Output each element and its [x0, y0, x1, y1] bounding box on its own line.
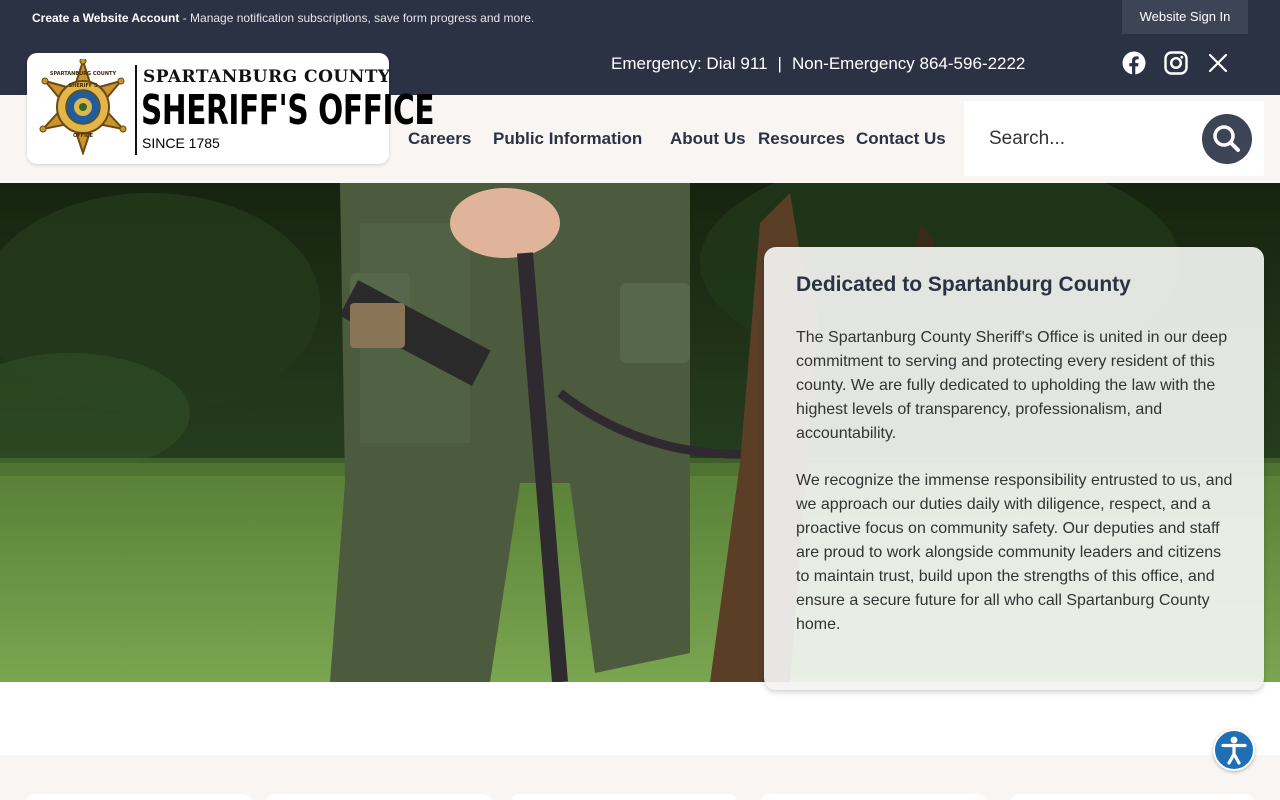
search-input[interactable] — [964, 101, 1194, 176]
instagram-icon[interactable] — [1164, 51, 1188, 75]
nav-careers[interactable]: Careers — [408, 128, 471, 150]
nav-resources[interactable]: Resources — [758, 128, 845, 150]
search-button[interactable] — [1202, 114, 1252, 164]
search-box — [964, 101, 1264, 176]
mission-paragraph-2: We recognize the immense responsibility … — [796, 472, 1233, 633]
accessibility-icon — [1221, 736, 1247, 765]
emergency-number: Emergency: Dial 911 — [611, 54, 768, 73]
quick-link-tile[interactable] — [510, 794, 738, 800]
create-account-link[interactable]: Create a Website Account — [32, 11, 179, 25]
non-emergency-number[interactable]: Non-Emergency 864-596-2222 — [792, 54, 1025, 73]
accessibility-button[interactable] — [1213, 729, 1255, 771]
site-logo[interactable]: SPARTANBURG COUNTY SHERIFF'S OFFICE SPAR… — [27, 53, 435, 164]
phone-numbers: Emergency: Dial 911 | Non-Emergency 864-59… — [611, 53, 1025, 75]
phone-separator: | — [777, 54, 782, 73]
nav-about-us[interactable]: About Us — [670, 128, 746, 150]
x-icon[interactable] — [1208, 53, 1228, 73]
search-icon — [1213, 125, 1240, 152]
badge-bottom-text: OFFICE — [73, 133, 94, 139]
quick-link-tile[interactable] — [1010, 794, 1255, 800]
quick-link-tile[interactable] — [25, 794, 253, 800]
badge-mid-text: SHERIFF'S — [69, 83, 98, 89]
logo-divider — [135, 65, 137, 155]
nav-contact-us[interactable]: Contact Us — [856, 128, 946, 150]
mission-title: Dedicated to Spartanburg County — [796, 273, 1131, 296]
utility-bar: Create a Website Account - Manage notifi… — [0, 0, 1280, 36]
logo-county-text: SPARTANBURG COUNTY — [143, 67, 391, 87]
quick-link-tile[interactable] — [760, 794, 988, 800]
create-account-notice: Create a Website Account - Manage notifi… — [32, 10, 534, 26]
logo-since-text: SINCE 1785 — [142, 135, 220, 151]
logo-office-text: SHERIFF'S OFFICE — [141, 86, 435, 134]
sheriff-badge-icon: SPARTANBURG COUNTY SHERIFF'S OFFICE — [39, 59, 127, 155]
mission-card: Dedicated to Spartanburg County The Spar… — [764, 247, 1264, 690]
nav-public-information[interactable]: Public Information — [493, 128, 642, 150]
mission-paragraph-1: The Spartanburg County Sheriff's Office … — [796, 329, 1228, 442]
website-sign-in-button[interactable]: Website Sign In — [1122, 0, 1248, 34]
badge-top-text: SPARTANBURG COUNTY — [50, 71, 117, 77]
create-account-description: - Manage notification subscriptions, sav… — [179, 11, 535, 25]
facebook-icon[interactable] — [1122, 51, 1146, 75]
quick-link-tile[interactable] — [265, 794, 493, 800]
